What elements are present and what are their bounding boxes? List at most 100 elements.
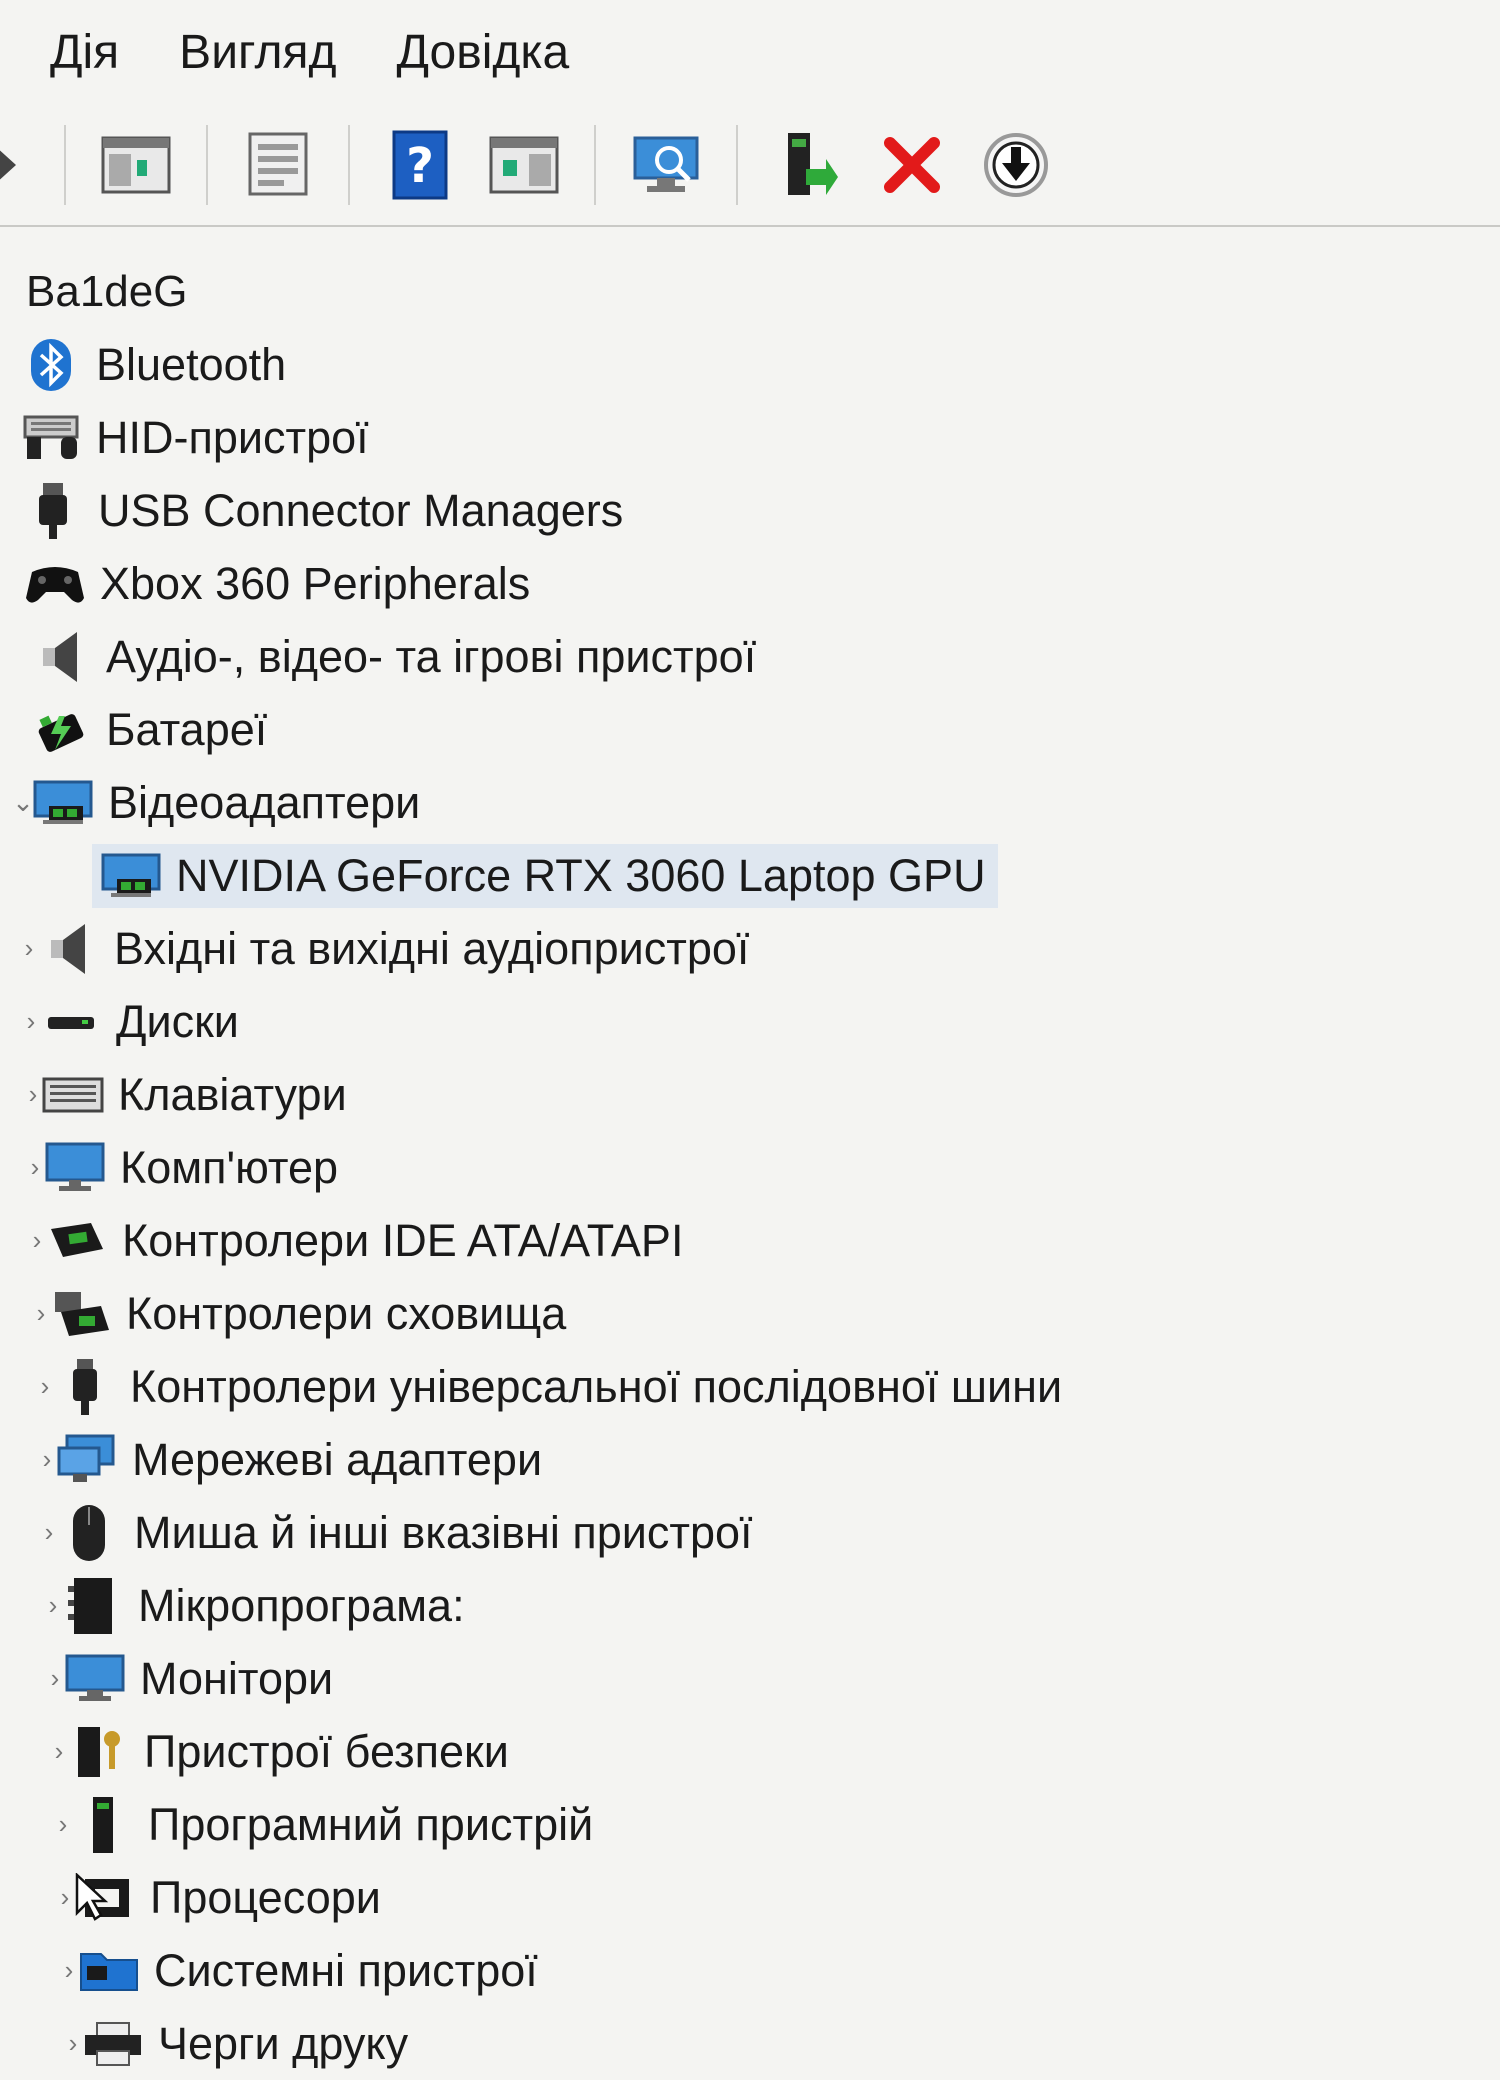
menu-view[interactable]: Вигляд [179,25,336,80]
menu-bar: Дія Вигляд Довідка [0,0,1500,105]
menu-action[interactable]: Дія [50,25,119,80]
tree-category-network-adapters[interactable]: › Мережеві адаптери [0,1423,1500,1496]
tree-item-label: Програмний пристрій [148,1798,594,1850]
tree-item-content: Відеоадаптери [32,775,420,831]
hid-icon [20,410,82,466]
tree-item-content: Процесори [74,1870,381,1926]
tree-category-usb-controllers[interactable]: › Контролери універсальної послідовної ши… [0,1350,1500,1423]
tree-category-bluetooth[interactable]: Bluetooth [0,328,1500,401]
expand-chevron-icon[interactable]: › [18,933,40,964]
tree-item-content: Контролери універсальної послідовної шин… [54,1358,1063,1415]
tree-item-content: Черги друку [82,2016,408,2072]
tree-item-label: Миша й інші вказівні пристрої [134,1506,753,1558]
tree-category-ide-ata-atapi[interactable]: › Контролери IDE ATA/ATAPI [0,1204,1500,1277]
tree-root-computer[interactable]: Ba1deG [0,255,1500,328]
tree-item-label: Мережеві адаптери [132,1433,543,1485]
tree-category-xbox-360-peripherals[interactable]: Xbox 360 Peripherals [0,547,1500,620]
tree-item-label: Контролери універсальної послідовної шин… [130,1360,1063,1412]
tree-item-content: Мережеві адаптери [56,1432,542,1488]
tree-item-label: Клавіатури [118,1068,347,1120]
tree-item-content: Програмний пристрій [72,1796,594,1853]
tree-item-content: USB Connector Managers [22,482,623,539]
tree-item-label: Вхідні та вихідні аудіопристрої [114,922,750,974]
toolbar-separator [64,125,66,205]
tree-category-audio-inputs-outputs[interactable]: › Вхідні та вихідні аудіопристрої [0,912,1500,985]
tree-item-label: Системні пристрої [154,1944,538,1996]
expand-chevron-icon[interactable]: › [62,2028,84,2059]
device-tree: Ba1deG Bluetooth HID-пристрої USB Connecto… [0,227,1500,2080]
tree-item-label: Черги друку [158,2017,409,2069]
toolbar-separator [348,125,350,205]
expand-chevron-icon[interactable]: › [26,1225,48,1256]
help-icon: ? [392,130,448,200]
disable-device-button[interactable] [976,125,1056,205]
update-driver-button[interactable] [768,125,848,205]
tree-item-content: NVIDIA GeForce RTX 3060 Laptop GPU [92,843,998,908]
collapse-chevron-icon[interactable]: ⌄ [12,787,34,818]
tree-category-print-queues[interactable]: › Черги друку [0,2007,1500,2080]
display-adapter-icon [32,775,94,831]
expand-chevron-icon[interactable]: › [42,1590,64,1621]
expand-chevron-icon[interactable]: › [38,1517,60,1548]
tree-item-content: Диски [40,994,239,1050]
tree-category-security-devices[interactable]: › Пристрої безпеки [0,1715,1500,1788]
tree-item-content: Батареї [30,702,267,758]
show-hide-console-tree-button[interactable] [96,125,176,205]
tree-category-firmware[interactable]: › Мікропрограма: [0,1569,1500,1642]
tree-category-system-devices[interactable]: › Системні пристрої [0,1934,1500,2007]
action-pane-button[interactable] [484,125,564,205]
tree-category-computer[interactable]: › Комп'ютер [0,1131,1500,1204]
expand-chevron-icon[interactable]: › [34,1371,56,1402]
expand-chevron-icon[interactable]: › [54,1882,76,1913]
expand-chevron-icon[interactable]: › [30,1298,52,1329]
tree-item-label: Процесори [150,1871,381,1923]
uninstall-device-button[interactable] [872,125,952,205]
expand-chevron-icon[interactable]: › [20,1006,42,1037]
action-pane-icon [489,136,559,194]
tree-category-usb-connector-managers[interactable]: USB Connector Managers [0,474,1500,547]
scan-hardware-button[interactable] [626,125,706,205]
tree-category-monitors[interactable]: › Монітори [0,1642,1500,1715]
tree-category-keyboards[interactable]: › Клавіатури [0,1058,1500,1131]
tree-item-label: Батареї [106,703,268,755]
back-arrow-icon[interactable] [0,145,16,185]
tree-category-storage-controllers[interactable]: › Контролери сховища [0,1277,1500,1350]
expand-chevron-icon[interactable]: › [36,1444,58,1475]
help-button[interactable]: ? [380,125,460,205]
tree-item-content: HID-пристрої [20,410,369,466]
tree-item-content: Контролери сховища [50,1286,566,1342]
tree-category-hid-devices[interactable]: HID-пристрої [0,401,1500,474]
toolbar-separator [736,125,738,205]
tree-item-label: Комп'ютер [120,1141,339,1193]
system-devices-icon [78,1943,140,1999]
tree-category-disk-drives[interactable]: › Диски [0,985,1500,1058]
expand-chevron-icon[interactable]: › [48,1736,70,1767]
bluetooth-icon [20,337,82,393]
tree-item-content: Миша й інші вказівні пристрої [58,1504,753,1561]
tree-item-content: Bluetooth [20,337,286,393]
tree-category-processors[interactable]: › Процесори [0,1861,1500,1934]
tree-item-label: Аудіо-, відео- та ігрові пристрої [106,630,757,682]
print-queue-icon [82,2016,144,2072]
expand-chevron-icon[interactable]: › [24,1152,46,1183]
expand-chevron-icon[interactable]: › [22,1079,44,1110]
expand-chevron-icon[interactable]: › [52,1809,74,1840]
tree-item-label: Монітори [140,1652,334,1704]
speaker-icon [30,629,92,685]
svg-text:?: ? [406,138,434,194]
properties-button[interactable] [238,125,318,205]
expand-chevron-icon[interactable]: › [58,1955,80,1986]
tree-item-nvidia-gpu[interactable]: NVIDIA GeForce RTX 3060 Laptop GPU [0,839,1500,912]
speaker-icon [38,921,100,977]
tree-category-mice[interactable]: › Миша й інші вказівні пристрої [0,1496,1500,1569]
tree-category-software-devices[interactable]: › Програмний пристрій [0,1788,1500,1861]
toolbar-separator [594,125,596,205]
tree-category-display-adapters[interactable]: ⌄ Відеоадаптери [0,766,1500,839]
menu-help[interactable]: Довідка [396,25,569,80]
monitor-icon [64,1651,126,1707]
tree-item-label: Bluetooth [96,338,287,390]
toolbar-separator [206,125,208,205]
tree-category-audio-video-game[interactable]: Аудіо-, відео- та ігрові пристрої [0,620,1500,693]
expand-chevron-icon[interactable]: › [44,1663,66,1694]
tree-category-batteries[interactable]: Батареї [0,693,1500,766]
